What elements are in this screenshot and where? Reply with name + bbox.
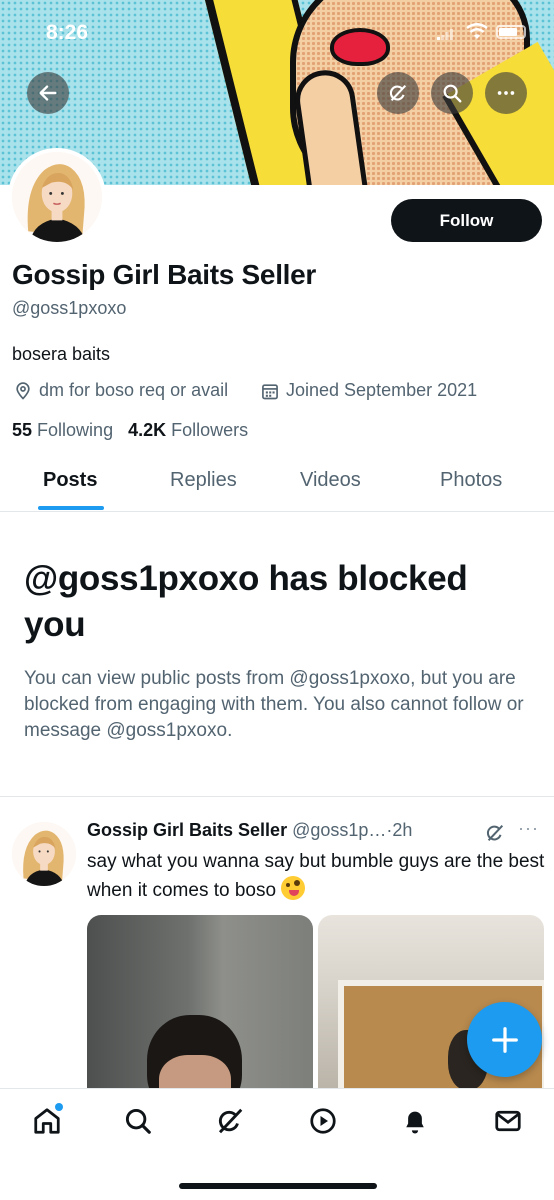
- nav-messages[interactable]: [493, 1106, 523, 1136]
- profile-counts: 55 Following 4.2K Followers: [12, 420, 248, 441]
- nav-search[interactable]: [123, 1106, 153, 1136]
- search-icon: [125, 1108, 151, 1134]
- post-author-name[interactable]: Gossip Girl Baits Seller: [87, 820, 287, 840]
- nav-notifications[interactable]: [400, 1106, 430, 1136]
- profile-handle: @goss1pxoxo: [12, 298, 127, 318]
- back-button[interactable]: [27, 72, 69, 114]
- post-time: 2h: [392, 820, 413, 840]
- notifications-icon: [406, 1111, 424, 1134]
- active-tab-indicator: [38, 506, 104, 510]
- post-author-handle[interactable]: @goss1p…: [292, 820, 386, 840]
- compose-button[interactable]: [467, 1002, 542, 1077]
- more-icon: [497, 91, 515, 95]
- divider: [0, 796, 554, 797]
- profile-bio: bosera baits: [12, 344, 111, 364]
- messages-icon: [495, 1110, 521, 1132]
- nav-grok[interactable]: [215, 1106, 245, 1136]
- zany-face-emoji: [281, 876, 306, 900]
- search-button[interactable]: [431, 72, 473, 114]
- profile-location: dm for boso req or avail: [13, 380, 228, 401]
- tab-videos[interactable]: Videos: [300, 469, 361, 492]
- location-icon: [16, 381, 30, 400]
- profile-name: Gossip Girl Baits Seller: [12, 259, 317, 290]
- followers-link[interactable]: 4.2K Followers: [128, 420, 248, 440]
- back-arrow-icon: [39, 85, 57, 101]
- location-text: dm for boso req or avail: [39, 380, 229, 400]
- plus-icon: [491, 1026, 518, 1053]
- profile-avatar[interactable]: [8, 148, 106, 246]
- status-time: 8:26: [46, 21, 89, 44]
- following-link[interactable]: 55 Following: [12, 420, 113, 440]
- avatar-illustration: [12, 152, 102, 242]
- grok-button[interactable]: [377, 72, 419, 114]
- battery-icon: [496, 25, 526, 39]
- home-notification-dot: [55, 1103, 63, 1111]
- following-label: Following: [37, 420, 114, 440]
- grok-icon[interactable]: [484, 822, 506, 844]
- grok-icon: [218, 1108, 243, 1134]
- calendar-icon: [262, 383, 278, 399]
- grok-icon: [389, 84, 407, 102]
- following-count: 55: [12, 420, 33, 440]
- post-avatar[interactable]: [12, 822, 76, 886]
- tab-replies[interactable]: Replies: [170, 469, 237, 492]
- image-person-face: [159, 1055, 231, 1090]
- cellular-signal-icon: [437, 29, 453, 40]
- joined-text: Joined September 2021: [286, 380, 478, 400]
- blocked-description: You can view public posts from @goss1pxo…: [24, 668, 524, 741]
- post-text: say what you wanna say but bumble guys a…: [87, 848, 547, 905]
- tab-photos[interactable]: Photos: [440, 469, 502, 492]
- followers-label: Followers: [171, 420, 249, 440]
- video-icon: [310, 1108, 336, 1134]
- status-bar: 8:26: [0, 0, 554, 66]
- post-more-icon[interactable]: ···: [518, 818, 539, 839]
- followers-count: 4.2K: [128, 420, 167, 440]
- post-header: Gossip Girl Baits Seller @goss1p…·2h: [87, 820, 487, 841]
- blocked-title: @goss1pxoxo has blocked you: [24, 559, 468, 644]
- wifi-icon: [466, 23, 488, 39]
- follow-button[interactable]: Follow: [391, 199, 542, 242]
- more-button[interactable]: [485, 72, 527, 114]
- search-icon: [443, 84, 462, 103]
- profile-joined: Joined September 2021: [260, 380, 477, 401]
- avatar-illustration: [12, 822, 76, 886]
- tab-posts[interactable]: Posts: [43, 469, 97, 492]
- profile-tabs: Posts Replies Videos Photos: [0, 450, 554, 512]
- home-indicator: [179, 1183, 377, 1189]
- post-image-1[interactable]: [87, 915, 313, 1090]
- post-text-content: say what you wanna say but bumble guys a…: [87, 851, 545, 901]
- nav-video[interactable]: [308, 1106, 338, 1136]
